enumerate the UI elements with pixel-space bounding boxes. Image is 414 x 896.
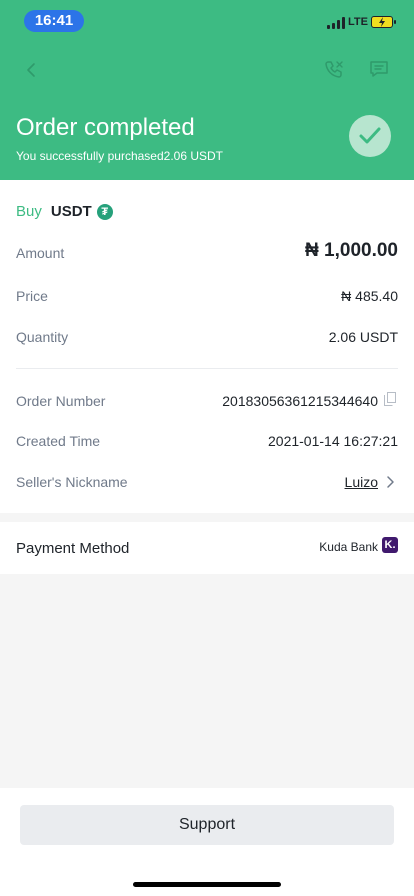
home-indicator (133, 882, 281, 887)
price-label: Price (16, 288, 48, 304)
price-value: ₦ 485.40 (341, 288, 398, 304)
status-time: 16:41 (24, 10, 84, 32)
signal-icon (327, 17, 345, 29)
quantity-value: 2.06 USDT (328, 329, 398, 345)
status-bar: 16:41 LTE (0, 0, 414, 44)
kuda-bank-icon: K. (382, 537, 398, 553)
order-number-value: 20183056361215344640 (222, 393, 378, 409)
amount-label: Amount (16, 245, 65, 261)
copy-icon[interactable] (384, 392, 396, 406)
support-button[interactable]: Support (20, 805, 394, 845)
order-coin: USDT (50, 203, 92, 220)
created-time-label: Created Time (16, 433, 101, 449)
chat-icon[interactable] (368, 58, 390, 80)
order-side-row: Buy USDT ₮ (16, 203, 113, 220)
phone-call-icon[interactable] (323, 58, 345, 80)
seller-nickname-link[interactable]: Luizo (345, 474, 378, 490)
page-subtitle: You successfully purchased2.06 USDT (16, 149, 223, 163)
tether-icon: ₮ (96, 203, 113, 220)
back-arrow-icon[interactable] (20, 59, 42, 81)
check-icon (349, 115, 391, 157)
created-time-value: 2021-01-14 16:27:21 (268, 433, 398, 449)
page-title: Order completed (16, 114, 195, 141)
order-side: Buy (16, 203, 42, 220)
quantity-label: Quantity (16, 329, 69, 345)
order-details-card (0, 180, 414, 513)
seller-nickname-label: Seller's Nickname (16, 474, 128, 490)
amount-value: ₦ 1,000.00 (305, 240, 398, 261)
bank-name: Kuda Bank (319, 540, 378, 554)
battery-icon (371, 16, 396, 28)
payment-method-label: Payment Method (16, 540, 130, 557)
divider (16, 368, 398, 369)
order-number-label: Order Number (16, 393, 106, 409)
network-label: LTE (348, 16, 368, 28)
chevron-right-icon[interactable] (386, 475, 396, 489)
